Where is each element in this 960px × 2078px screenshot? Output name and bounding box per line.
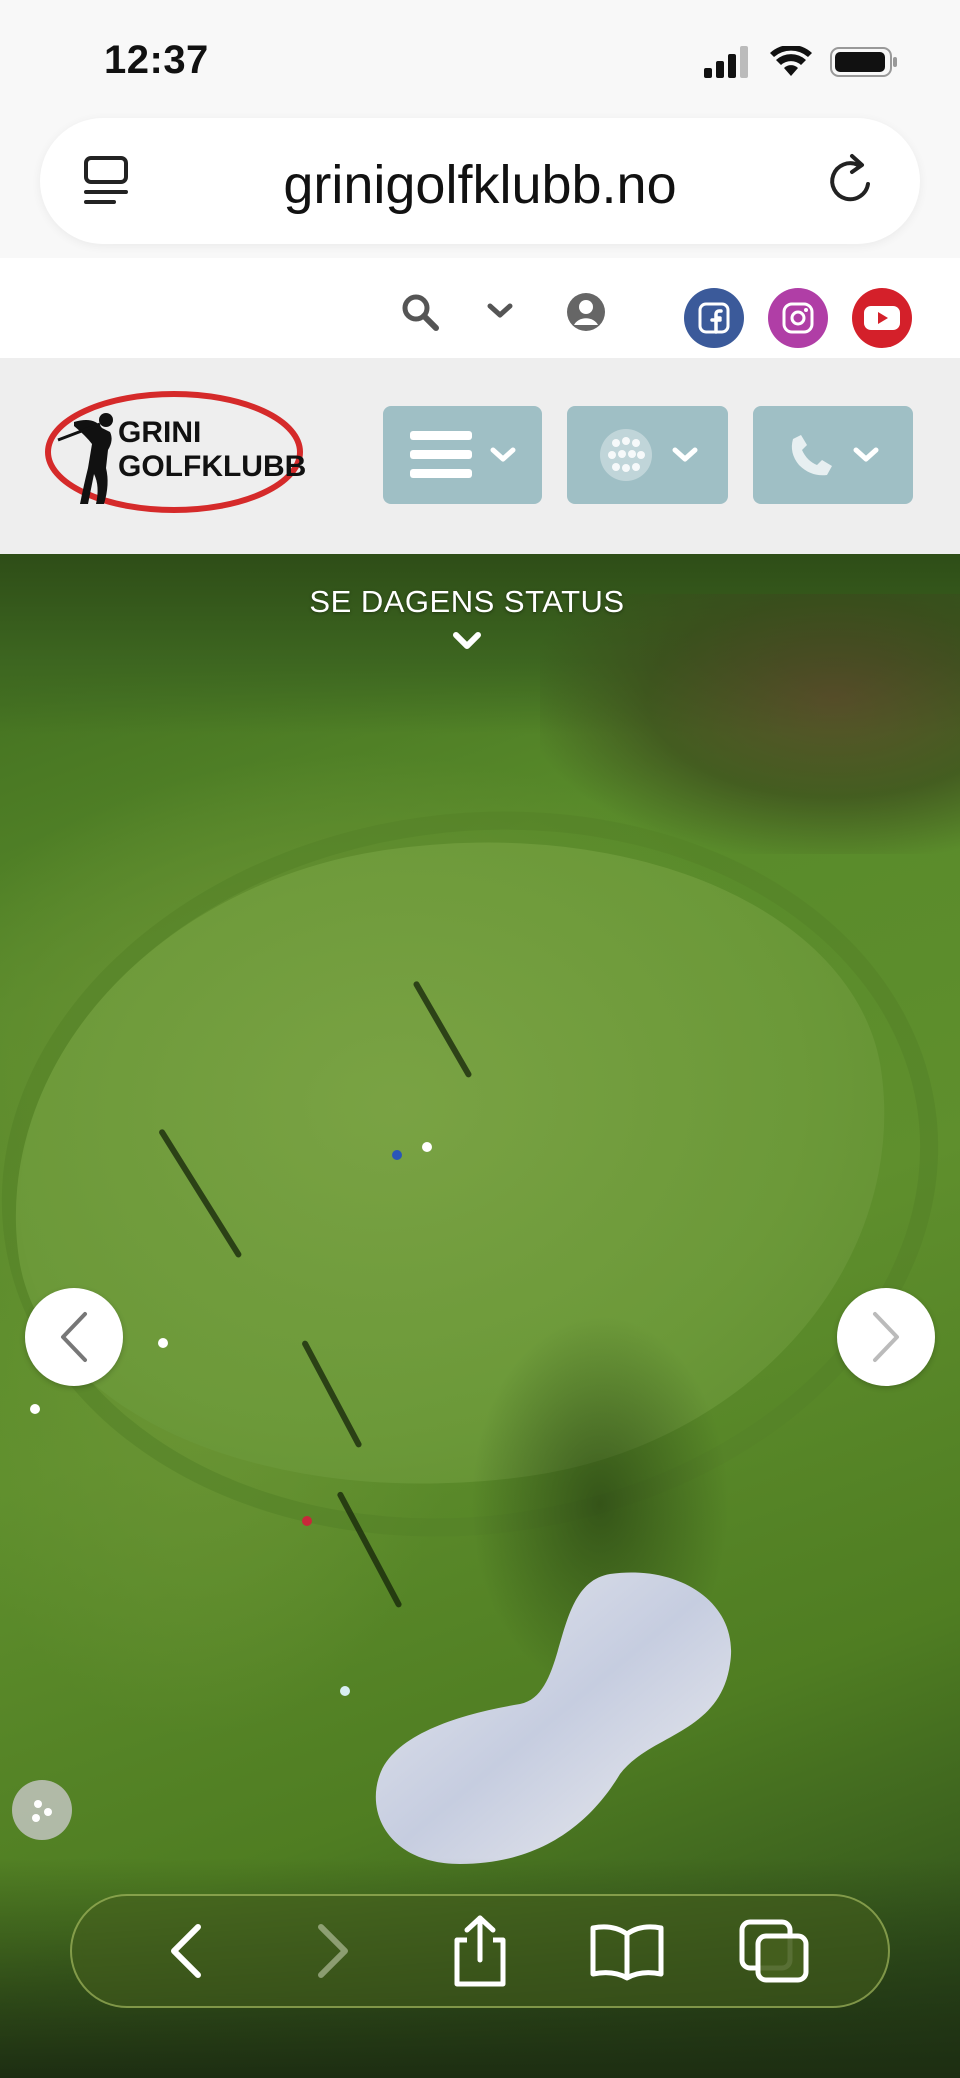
player bbox=[158, 1338, 168, 1348]
wifi-icon bbox=[770, 46, 812, 76]
bookmarks-icon bbox=[590, 1924, 664, 1981]
player bbox=[302, 1516, 312, 1526]
utility-bar bbox=[0, 258, 960, 358]
address-bar[interactable]: grinigolfklubb.no bbox=[40, 118, 920, 244]
user-icon[interactable] bbox=[566, 292, 606, 332]
reload-icon[interactable] bbox=[822, 152, 880, 210]
sand-bunker bbox=[375, 1572, 732, 1864]
search-icon[interactable] bbox=[400, 292, 440, 332]
chevron-left-icon bbox=[61, 1312, 87, 1362]
status-bar: 12:37 bbox=[0, 0, 960, 112]
player bbox=[340, 1686, 350, 1696]
logo-line2: GOLFKLUBB bbox=[118, 450, 306, 483]
player bbox=[422, 1142, 432, 1152]
carousel-prev-button[interactable] bbox=[25, 1288, 123, 1386]
back-button[interactable] bbox=[141, 1906, 231, 1996]
cookie-icon bbox=[32, 1800, 52, 1822]
globe-icon bbox=[599, 429, 652, 481]
language-button[interactable] bbox=[567, 406, 728, 504]
player bbox=[30, 1404, 40, 1414]
tabs-button[interactable] bbox=[729, 1906, 819, 1996]
share-icon bbox=[454, 1915, 506, 1987]
contact-button[interactable] bbox=[753, 406, 913, 504]
back-icon bbox=[170, 1924, 201, 1978]
logo[interactable]: GRINI GOLFKLUBB bbox=[44, 380, 310, 530]
cookie-settings-button[interactable] bbox=[12, 1780, 72, 1840]
hero-image: SE DAGENS STATUS bbox=[0, 554, 960, 2078]
chevron-down-icon[interactable] bbox=[486, 302, 514, 320]
menu-button[interactable] bbox=[383, 406, 542, 504]
browser-toolbar bbox=[70, 1894, 890, 2008]
facebook-icon[interactable] bbox=[684, 288, 744, 348]
browser-chrome: grinigolfklubb.no bbox=[0, 112, 960, 258]
share-button[interactable] bbox=[435, 1906, 525, 1996]
carousel-next-button[interactable] bbox=[837, 1288, 935, 1386]
player bbox=[392, 1150, 402, 1160]
chevron-down-icon bbox=[853, 447, 879, 462]
chevron-down-icon bbox=[672, 447, 697, 462]
day-status-link[interactable]: SE DAGENS STATUS bbox=[0, 584, 934, 620]
tabs-icon bbox=[739, 1919, 809, 1983]
forward-icon bbox=[317, 1924, 348, 1978]
bookmarks-button[interactable] bbox=[582, 1906, 672, 1996]
forward-button[interactable] bbox=[288, 1906, 378, 1996]
chevron-down-icon bbox=[490, 447, 515, 462]
chevron-down-icon[interactable] bbox=[452, 630, 482, 652]
status-icons bbox=[704, 46, 898, 78]
youtube-icon[interactable] bbox=[852, 288, 912, 348]
logo-line1: GRINI bbox=[118, 416, 201, 449]
instagram-icon[interactable] bbox=[768, 288, 828, 348]
battery-icon bbox=[830, 47, 897, 77]
site-header: GRINI GOLFKLUBB bbox=[0, 358, 960, 554]
phone-icon bbox=[791, 435, 832, 476]
rough-area bbox=[540, 594, 960, 854]
hamburger-icon bbox=[409, 431, 472, 478]
status-time: 12:37 bbox=[104, 38, 209, 82]
signal-icon bbox=[704, 46, 748, 78]
url-text: grinigolfklubb.no bbox=[283, 155, 677, 215]
chevron-right-icon bbox=[873, 1312, 899, 1362]
